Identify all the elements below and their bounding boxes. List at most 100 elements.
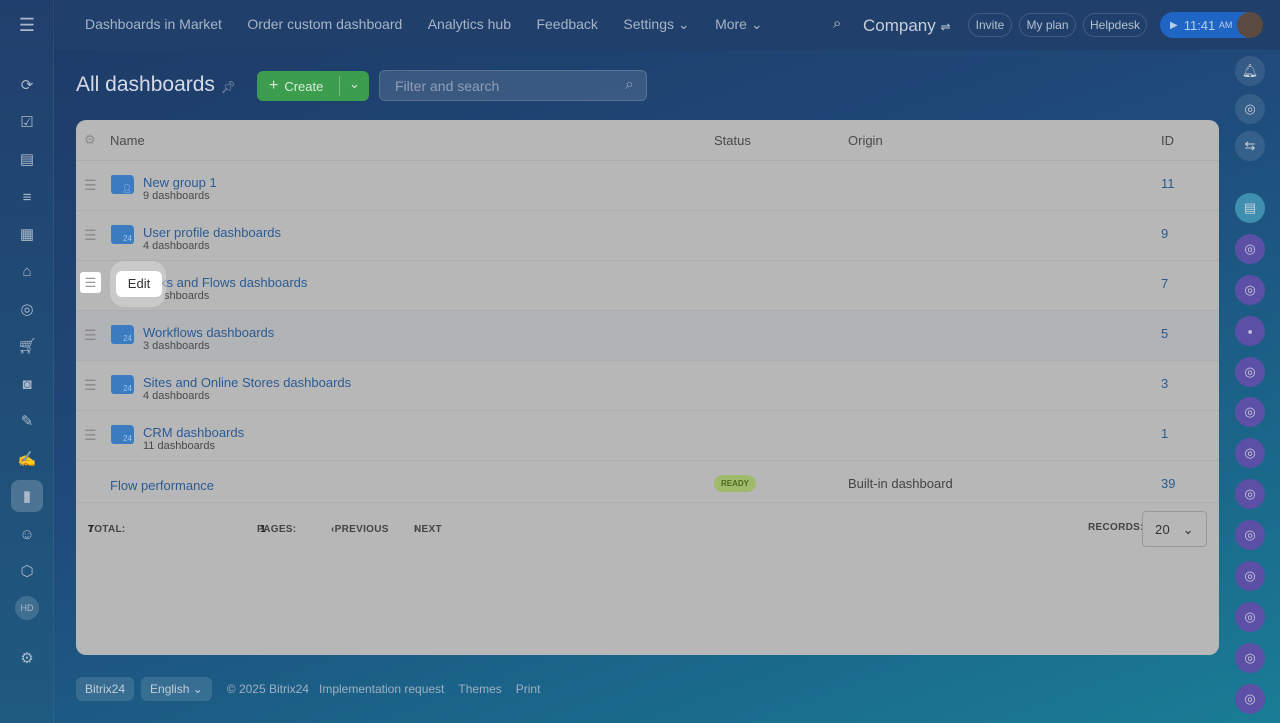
table-row[interactable]: Flow performance READY Built-in dashboar… [76,461,1219,503]
row-id[interactable]: 39 [1161,476,1175,491]
chat-avatar-icon[interactable]: ▪ [1235,316,1265,346]
chat-avatar-icon[interactable]: ◎ [1235,561,1265,591]
themes-link[interactable]: Themes [458,682,501,696]
user-avatar[interactable] [1237,12,1263,38]
row-id[interactable]: 9 [1161,226,1168,241]
table-row[interactable]: ☰ 24 CRM dashboards 11 dashboards 1 [76,411,1219,461]
drag-handle-icon[interactable]: ☰ [84,227,97,244]
search-placeholder: Filter and search [395,78,500,94]
nav-feedback[interactable]: Feedback [536,16,597,32]
copilot-icon[interactable]: ◎ [1235,94,1265,124]
drag-handle-icon[interactable]: ☰ [84,377,97,394]
chat-avatar-icon[interactable]: ◎ [1235,438,1265,468]
row-name[interactable]: CRM dashboards [143,425,244,440]
nav-analytics-hub[interactable]: Analytics hub [428,16,511,32]
row-id[interactable]: 3 [1161,376,1168,391]
helpdesk-button[interactable]: Helpdesk [1083,13,1147,37]
cart-icon[interactable]: 🛒︎ [11,330,43,362]
row-id[interactable]: 1 [1161,426,1168,441]
menu-icon[interactable]: ☰ [11,9,43,41]
document-icon[interactable]: ✎ [11,405,43,437]
bell-icon[interactable]: 🔔︎ [1235,56,1265,86]
search-icon[interactable]: ⌕ [625,76,634,94]
row-count: 4 dashboards [143,390,210,402]
target-icon[interactable]: ◎ [11,293,43,325]
chat-avatar-icon[interactable]: ◎ [1235,234,1265,264]
table-row[interactable]: ks and Flows dashboards shboards 7 [76,261,1219,311]
bitrix24-logo[interactable]: Bitrix24 [76,677,135,701]
contacts-icon[interactable]: ▤ [11,143,43,175]
drag-handle-icon[interactable]: ☰ [84,427,97,444]
pages: PAGES: 1 [257,524,296,535]
chat-avatar-icon[interactable]: ◎ [1235,479,1265,509]
row-name[interactable]: Flow performance [110,478,214,493]
search-icon[interactable]: ⌕ [833,15,841,32]
chat-avatar-icon[interactable]: ◎ [1235,357,1265,387]
row-name[interactable]: Sites and Online Stores dashboards [143,375,351,390]
booking-icon[interactable]: ◙ [11,368,43,400]
previous-button[interactable]: ‹ PREVIOUS [331,524,388,535]
calendar-icon[interactable]: ▦ [11,218,43,250]
warehouse-icon[interactable]: ⌂ [11,255,43,287]
col-status[interactable]: Status [714,133,751,148]
settings-icon[interactable]: ⚙ [11,642,43,674]
col-name[interactable]: Name [110,133,145,148]
language-select[interactable]: English ⌄ [141,677,212,701]
nav-settings[interactable]: Settings ⌄ [623,16,689,33]
row-id[interactable]: 7 [1161,276,1168,291]
row-id[interactable]: 11 [1161,176,1175,191]
pages-value: 1 [260,524,266,535]
table-row[interactable]: ☰ 24 User profile dashboards 4 dashboards 9 [76,211,1219,261]
row-name[interactable]: ks and Flows dashboards [160,275,307,290]
chat-avatar-icon[interactable]: ◎ [1235,397,1265,427]
status-badge: READY [714,475,757,492]
drag-handle-highlighted[interactable]: ☰ [80,272,101,293]
chat-avatar-icon[interactable]: ◎ [1235,275,1265,305]
folder-icon: 24 [111,225,134,244]
market-icon[interactable]: ⬡ [11,555,43,587]
pin-icon[interactable]: 📌︎ [221,80,236,94]
row-name[interactable]: Workflows dashboards [143,325,274,340]
implementation-request-link[interactable]: Implementation request [319,682,444,696]
analytics-icon[interactable]: ▮ [11,480,43,512]
my-plan-button[interactable]: My plan [1019,13,1076,37]
table-row[interactable]: ☰ 24 Sites and Online Stores dashboards 4 d… [76,361,1219,411]
nav-dashboards-market[interactable]: Dashboards in Market [85,16,222,32]
row-id[interactable]: 5 [1161,326,1168,341]
funnel-icon[interactable]: ≡ [11,181,43,213]
settings-gear-icon[interactable]: ⚙ [84,132,96,148]
invite-button[interactable]: Invite [968,13,1012,37]
dashboards-table: ⚙ Name Status Origin ID ☰ 👤︎ New group 19 … [76,120,1219,655]
nav-order-custom[interactable]: Order custom dashboard [247,16,402,32]
table-row[interactable]: ☰ 24 Workflows dashboards 3 dashboards 5 [76,311,1219,361]
create-button[interactable]: + Create ⌄ [257,71,369,101]
search-input[interactable]: Filter and search ⌕ [379,70,647,101]
next-button[interactable]: NEXT › [414,524,442,535]
chat-avatar-icon[interactable]: ◎ [1235,602,1265,632]
edit-tooltip[interactable]: Edit [116,271,162,297]
chat-transfer-icon[interactable]: ⇆ [1235,131,1265,161]
chat-avatar-icon[interactable]: ◎ [1235,520,1265,550]
sign-icon[interactable]: ✍ [11,443,43,475]
create-dropdown-icon[interactable]: ⌄ [339,76,360,96]
company-name[interactable]: Company ⇌ [863,16,951,36]
nav-more[interactable]: More ⌄ [715,16,763,33]
records-select[interactable]: 20 ⌄ [1142,511,1207,547]
flows-icon[interactable]: ⟳ [11,69,43,101]
drag-handle-icon[interactable]: ☰ [84,327,97,344]
tasks-icon[interactable]: ☑ [11,106,43,138]
print-link[interactable]: Print [516,682,541,696]
row-name[interactable]: User profile dashboards [143,225,281,240]
row-name[interactable]: New group 1 [143,175,217,190]
avatar[interactable]: HD [15,596,39,620]
chat-avatar-icon[interactable]: ◎ [1235,643,1265,673]
table-row[interactable]: ☰ 👤︎ New group 19 dashboards 11 [76,161,1219,211]
messenger-icon[interactable]: ▤ [1235,193,1265,223]
col-id[interactable]: ID [1161,133,1174,148]
copilot-icon[interactable]: ☺ [11,518,43,550]
drag-handle-icon[interactable]: ☰ [84,177,97,194]
previous-label: PREVIOUS [334,524,389,535]
play-icon: ▶ [1170,19,1178,31]
chat-avatar-icon[interactable]: ◎ [1235,684,1265,714]
col-origin[interactable]: Origin [848,133,883,148]
